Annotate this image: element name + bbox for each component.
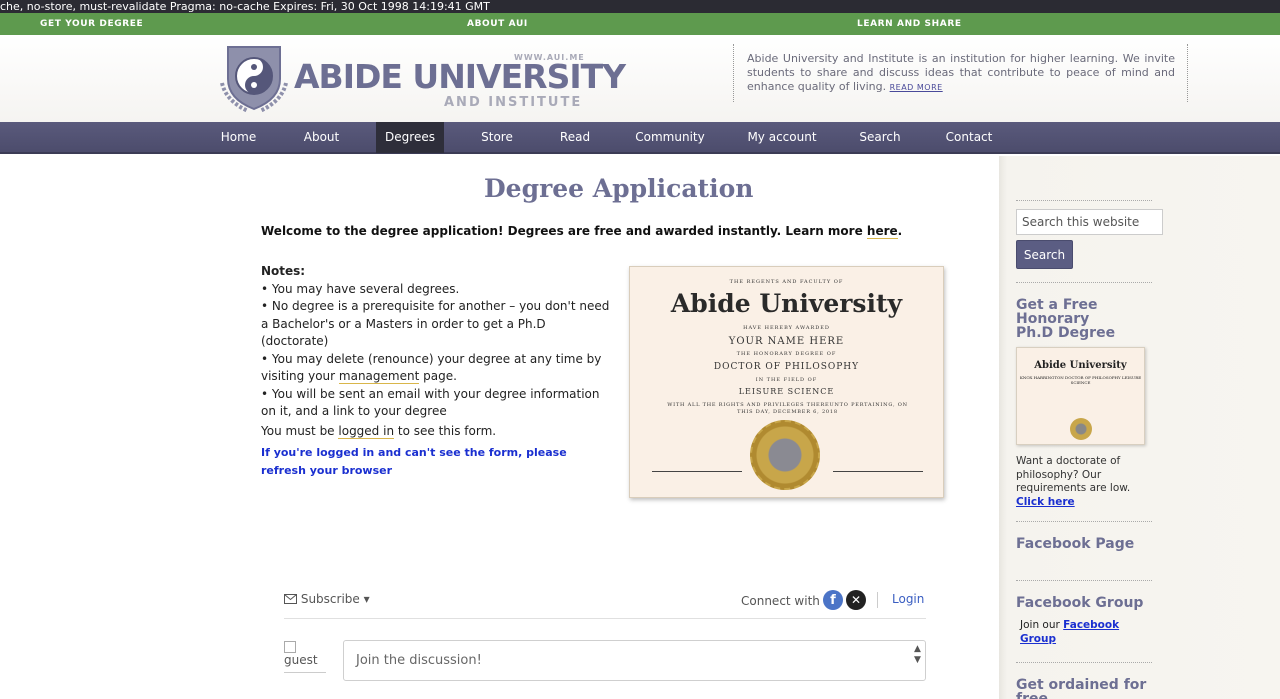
cert-degree: DOCTOR OF PHILOSOPHY xyxy=(713,362,860,372)
envelope-icon xyxy=(284,594,297,604)
thumb-subtitle: KNOX HARRINGTON DOCTOR OF PHILOSOPHY LEI… xyxy=(1019,375,1142,385)
welcome-post: . xyxy=(897,224,903,238)
degree-certificate-image: THE REGENTS AND FACULTY OF Abide Univers… xyxy=(629,266,944,498)
broken-image-icon xyxy=(284,641,296,653)
guest-avatar: guest xyxy=(284,641,326,673)
note-item: • You may have several degrees. xyxy=(261,281,460,296)
note3-post: page. xyxy=(419,369,457,383)
logged-pre: You must be xyxy=(261,424,339,438)
subscribe-label: Subscribe xyxy=(300,592,360,606)
read-more-link[interactable]: READ MORE xyxy=(890,83,943,92)
notes-block: Notes: • You may have several degrees. •… xyxy=(261,263,616,421)
yin-yang-shield-icon xyxy=(220,46,288,113)
topbar-get-degree-link[interactable]: GET YOUR DEGREE xyxy=(40,19,143,29)
divider xyxy=(1016,580,1152,581)
nav-store[interactable]: Store xyxy=(472,122,522,153)
divider xyxy=(877,592,878,608)
login-required-text: You must be logged in to see this form. xyxy=(261,424,497,439)
logged-in-link[interactable]: logged in xyxy=(338,424,395,439)
welcome-text: Welcome to the degree application! Degre… xyxy=(261,224,903,239)
search-button[interactable]: Search xyxy=(1016,240,1073,269)
nav-read[interactable]: Read xyxy=(552,122,598,153)
subscribe-dropdown[interactable]: Subscribe ▾ xyxy=(284,592,370,606)
management-link[interactable]: management xyxy=(338,369,420,384)
join-pre: Join our xyxy=(1020,619,1064,631)
nav-community[interactable]: Community xyxy=(630,122,710,153)
caret-down-icon: ▾ xyxy=(363,592,370,606)
seal-icon xyxy=(750,420,820,490)
site-tagline: Abide University and Institute is an ins… xyxy=(733,44,1188,102)
refresh-notice: If you're logged in and can't see the fo… xyxy=(261,446,567,477)
tagline-text: Abide University and Institute is an ins… xyxy=(747,52,1175,93)
learn-more-here-link[interactable]: here xyxy=(866,224,898,239)
nav-contact[interactable]: Contact xyxy=(940,122,998,153)
cert-line: THE REGENTS AND FACULTY OF xyxy=(729,279,844,285)
logo-subtitle: AND INSTITUTE xyxy=(444,95,583,110)
topbar-learn-link[interactable]: LEARN AND SHARE xyxy=(857,19,962,29)
welcome-pre: Welcome to the degree application! Degre… xyxy=(261,224,867,238)
cert-line: HAVE HEREBY AWARDED xyxy=(743,325,830,331)
header-debug-strip: che, no-store, must-revalidate Pragma: n… xyxy=(0,0,1280,13)
honorary-description: Want a doctorate of philosophy? Our requ… xyxy=(1016,455,1141,509)
discussion-placeholder: Join the discussion! xyxy=(356,653,482,668)
facebook-page-heading[interactable]: Facebook Page xyxy=(1016,537,1134,551)
comments-toolbar: Subscribe ▾ Connect with f ✕ Login xyxy=(284,589,926,619)
nav-degrees[interactable]: Degrees xyxy=(376,122,444,153)
honorary-degree-heading[interactable]: Get a Free Honorary Ph.D Degree xyxy=(1016,298,1126,340)
search-input[interactable]: Search this website xyxy=(1016,209,1163,235)
degree-thumbnail[interactable]: Abide University KNOX HARRINGTON DOCTOR … xyxy=(1016,347,1145,445)
divider xyxy=(1016,200,1152,201)
x-twitter-icon[interactable]: ✕ xyxy=(846,590,866,610)
honorary-text: Want a doctorate of philosophy? Our requ… xyxy=(1016,455,1131,494)
connect-with-label: Connect with xyxy=(741,594,820,608)
divider xyxy=(1016,662,1152,663)
facebook-icon[interactable]: f xyxy=(823,590,843,610)
note-item: • You may delete (renounce) your degree … xyxy=(261,351,616,386)
cert-university-name: Abide University xyxy=(670,289,903,318)
topbar-about-link[interactable]: ABOUT AUI xyxy=(467,19,528,29)
cert-recipient: YOUR NAME HERE xyxy=(728,336,845,347)
divider xyxy=(1016,282,1152,283)
cert-line: THE HONORARY DEGREE OF xyxy=(736,351,837,357)
ordained-heading[interactable]: Get ordained for free xyxy=(1016,678,1156,699)
facebook-group-heading: Facebook Group xyxy=(1016,595,1144,611)
page-title: Degree Application xyxy=(484,174,754,203)
login-link[interactable]: Login xyxy=(892,592,924,606)
signature-icon xyxy=(833,471,923,474)
nav-search[interactable]: Search xyxy=(853,122,907,153)
seal-icon xyxy=(1070,418,1092,440)
note-item: • You will be sent an email with your de… xyxy=(261,386,600,419)
cert-line: IN THE FIELD OF xyxy=(755,377,818,383)
discussion-input[interactable]: Join the discussion! ▲ ▼ xyxy=(343,640,926,681)
logged-post: to see this form. xyxy=(394,424,497,438)
divider xyxy=(1016,521,1152,522)
notes-heading: Notes: xyxy=(261,264,306,278)
cert-field: LEISURE SCIENCE xyxy=(738,387,835,396)
guest-label: guest xyxy=(284,653,318,667)
signature-icon xyxy=(652,471,742,474)
note-item: • No degree is a prerequisite for anothe… xyxy=(261,299,610,348)
thumb-title: Abide University xyxy=(1034,360,1127,371)
nav-home[interactable]: Home xyxy=(212,122,265,153)
main-nav: Home About Degrees Store Read Community … xyxy=(0,122,1280,154)
textarea-scroller-icon[interactable]: ▲ ▼ xyxy=(914,644,922,666)
site-logo[interactable]: WWW.AUI.ME ABIDE UNIVERSITY AND INSTITUT… xyxy=(218,43,626,113)
click-here-link[interactable]: Click here xyxy=(1016,496,1075,508)
facebook-group-text: Join our Facebook Group xyxy=(1020,619,1145,646)
logo-name: ABIDE UNIVERSITY xyxy=(294,57,626,96)
nav-about[interactable]: About xyxy=(295,122,348,153)
cert-line: WITH ALL THE RIGHTS AND PRIVILEGES THERE… xyxy=(667,402,908,415)
masthead: WWW.AUI.ME ABIDE UNIVERSITY AND INSTITUT… xyxy=(0,35,1280,122)
top-link-bar: GET YOUR DEGREE ABOUT AUI LEARN AND SHAR… xyxy=(0,13,1280,35)
nav-my-account[interactable]: My account xyxy=(744,122,820,153)
